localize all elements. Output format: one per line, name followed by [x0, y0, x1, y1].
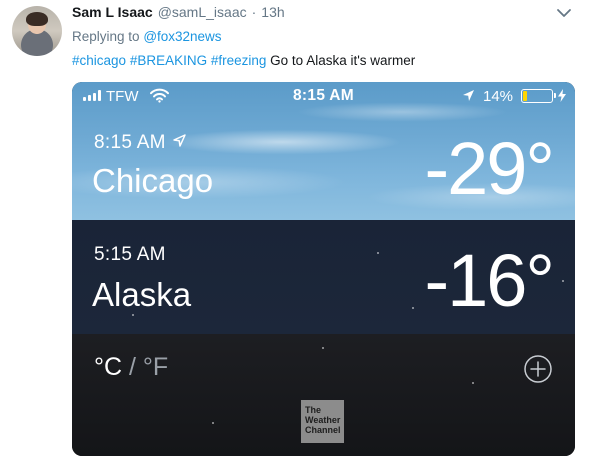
battery-icon: [521, 89, 556, 103]
battery-percent: 14%: [483, 88, 514, 105]
tweet-header: Sam L Isaac @samL_isaac · 13h: [72, 4, 285, 22]
charging-bolt-icon: [558, 89, 566, 102]
logo-line-2: Weather: [305, 415, 341, 425]
replying-to-label: Replying to: [72, 29, 140, 44]
celsius-option[interactable]: °C: [94, 353, 122, 381]
alaska-temperature: -16°: [424, 239, 555, 322]
chevron-down-icon[interactable]: [556, 7, 572, 19]
chicago-temperature: -29°: [424, 127, 555, 210]
chicago-time-text: 8:15 AM: [94, 132, 166, 153]
alaska-local-time: 5:15 AM: [94, 244, 166, 265]
avatar[interactable]: [12, 6, 62, 56]
fahrenheit-option[interactable]: °F: [143, 353, 168, 381]
hashtag-freezing[interactable]: #freezing: [211, 53, 267, 68]
mention-link[interactable]: @fox32news: [143, 29, 221, 44]
chicago-local-time: 8:15 AM: [94, 132, 186, 154]
star-decoration: [472, 382, 474, 384]
star-decoration: [212, 422, 214, 424]
logo-line-3: Channel: [305, 425, 341, 435]
add-location-icon[interactable]: [523, 354, 553, 384]
user-handle[interactable]: @samL_isaac: [158, 4, 247, 20]
chicago-city-name[interactable]: Chicago: [92, 162, 213, 200]
star-decoration: [412, 307, 414, 309]
tweet: Sam L Isaac @samL_isaac · 13h Replying t…: [0, 0, 602, 461]
display-name[interactable]: Sam L Isaac: [72, 4, 153, 20]
battery-level-fill: [523, 91, 528, 101]
unit-toggle[interactable]: °C / °F: [94, 353, 168, 382]
star-decoration: [377, 252, 379, 254]
tweet-text: #chicago #BREAKING #freezing Go to Alask…: [72, 53, 415, 68]
header-separator: ·: [251, 4, 257, 20]
unit-separator: /: [129, 353, 136, 381]
location-icon: [463, 90, 474, 101]
logo-line-1: The: [305, 405, 322, 415]
weather-channel-logo[interactable]: The Weather Channel: [301, 400, 344, 443]
replying-to: Replying to @fox32news: [72, 29, 222, 44]
star-decoration: [322, 347, 324, 349]
tweet-time[interactable]: 13h: [261, 4, 284, 20]
alaska-city-name[interactable]: Alaska: [92, 276, 191, 314]
tweet-body-text: Go to Alaska it's warmer: [270, 53, 416, 68]
hashtag-breaking[interactable]: #BREAKING: [130, 53, 207, 68]
star-decoration: [562, 280, 564, 282]
tweet-media-image[interactable]: TFW 8:15 AM 14% 8:15 AM Chicago -29° 5:1…: [72, 82, 575, 456]
current-location-arrow-icon: [173, 134, 186, 147]
hashtag-chicago[interactable]: #chicago: [72, 53, 126, 68]
phone-status-bar: TFW 8:15 AM 14%: [72, 82, 575, 110]
star-decoration: [132, 314, 134, 316]
